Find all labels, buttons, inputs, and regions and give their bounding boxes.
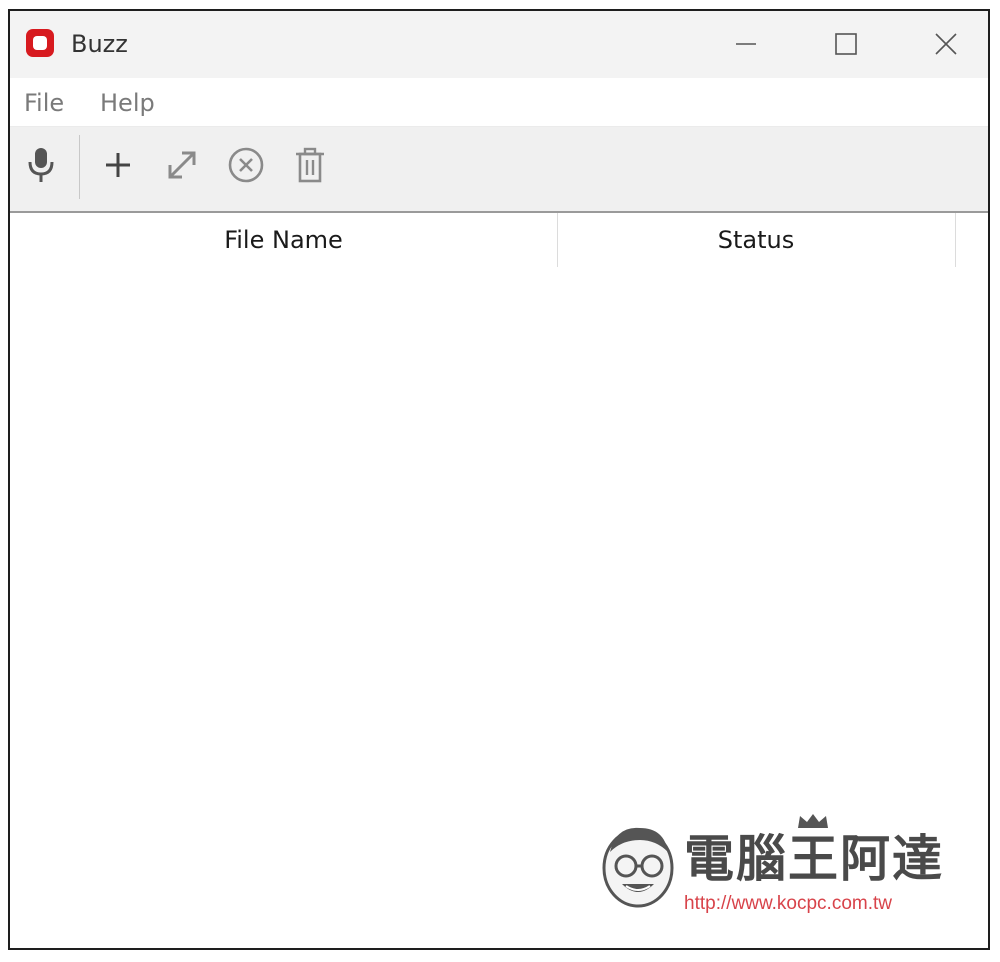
- plus-icon: [106, 153, 130, 177]
- open-button[interactable]: [161, 144, 203, 186]
- watermark-title: 電腦王阿達: [684, 830, 944, 888]
- close-icon: [935, 33, 957, 55]
- add-button[interactable]: [97, 144, 139, 186]
- maximize-icon: [835, 33, 857, 55]
- menu-file[interactable]: File: [24, 88, 64, 118]
- title-bar[interactable]: Buzz: [10, 11, 988, 78]
- cancel-circle-icon: [228, 147, 264, 183]
- record-button[interactable]: [20, 144, 62, 186]
- menu-bar: File Help: [10, 78, 988, 127]
- close-button[interactable]: [916, 19, 976, 69]
- column-divider[interactable]: [557, 213, 558, 267]
- window-title: Buzz: [71, 30, 128, 58]
- app-logo-icon: [26, 29, 54, 57]
- trash-icon: [296, 147, 324, 183]
- expand-icon: [168, 151, 196, 179]
- column-header-file-name[interactable]: File Name: [10, 213, 557, 267]
- minimize-button[interactable]: [716, 19, 776, 69]
- delete-button[interactable]: [289, 144, 331, 186]
- cancel-button[interactable]: [225, 144, 267, 186]
- column-divider[interactable]: [955, 213, 956, 267]
- column-header-status[interactable]: Status: [557, 213, 955, 267]
- menu-help[interactable]: Help: [100, 88, 155, 118]
- watermark: 電腦王阿達 http://www.kocpc.com.tw: [596, 812, 946, 916]
- toolbar: [10, 127, 988, 213]
- toolbar-separator: [79, 135, 80, 199]
- app-window: Buzz File Help File Name Status: [8, 9, 990, 950]
- watermark-url: http://www.kocpc.com.tw: [684, 893, 893, 914]
- maximize-button[interactable]: [816, 19, 876, 69]
- table-header: File Name Status: [10, 213, 988, 267]
- mascot-face-icon: [602, 827, 674, 908]
- microphone-icon: [28, 148, 54, 182]
- minimize-icon: [736, 43, 756, 45]
- crown-icon: [798, 814, 828, 828]
